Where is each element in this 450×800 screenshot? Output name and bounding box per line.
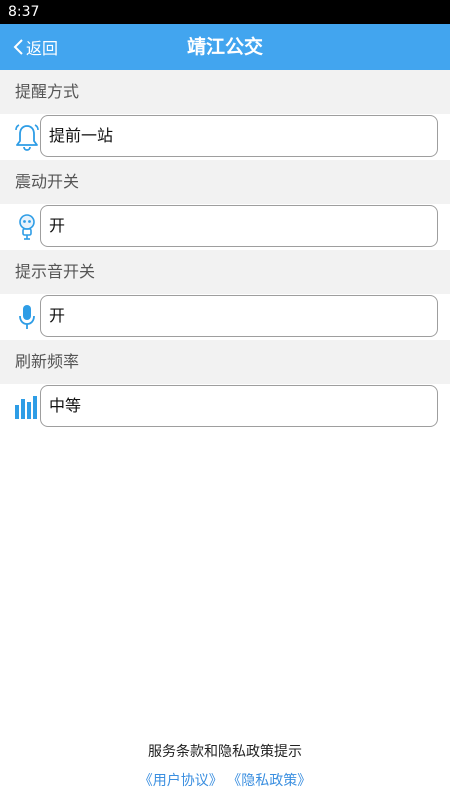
privacy-policy-link[interactable]: 《隐私政策》 — [227, 773, 311, 789]
section-header-refresh: 刷新频率 — [0, 340, 450, 384]
section-label: 提醒方式 — [15, 82, 80, 101]
section-header-vibration: 震动开关 — [0, 160, 450, 204]
sound-select[interactable]: 开 — [40, 295, 438, 337]
reminder-mode-select[interactable]: 提前一站 — [40, 115, 438, 157]
footer-title: 服务条款和隐私政策提示 — [148, 744, 302, 760]
section-label: 震动开关 — [15, 172, 80, 191]
footer-links: 《用户协议》 《隐私政策》 — [0, 770, 450, 790]
refresh-frequency-select[interactable]: 中等 — [40, 385, 438, 427]
microphone-icon — [14, 302, 40, 332]
refresh-row[interactable]: 中等 — [0, 384, 450, 430]
section-label: 提示音开关 — [15, 262, 96, 281]
section-header-reminder-mode: 提醒方式 — [0, 70, 450, 114]
page-title: 靖江公交 — [186, 36, 263, 58]
reminder-mode-row[interactable]: 提前一站 — [0, 114, 450, 160]
status-bar: 8:37 — [0, 0, 450, 24]
signal-bars-icon — [14, 392, 40, 422]
robot-icon — [14, 212, 40, 242]
vibration-select[interactable]: 开 — [40, 205, 438, 247]
nav-bar: 返回 靖江公交 — [0, 24, 450, 70]
vibration-row[interactable]: 开 — [0, 204, 450, 250]
sound-row[interactable]: 开 — [0, 294, 450, 340]
section-label: 刷新频率 — [15, 352, 80, 371]
bell-icon — [14, 122, 40, 152]
section-header-sound: 提示音开关 — [0, 250, 450, 294]
user-agreement-link[interactable]: 《用户协议》 — [139, 773, 223, 789]
status-time: 8:37 — [8, 4, 40, 20]
